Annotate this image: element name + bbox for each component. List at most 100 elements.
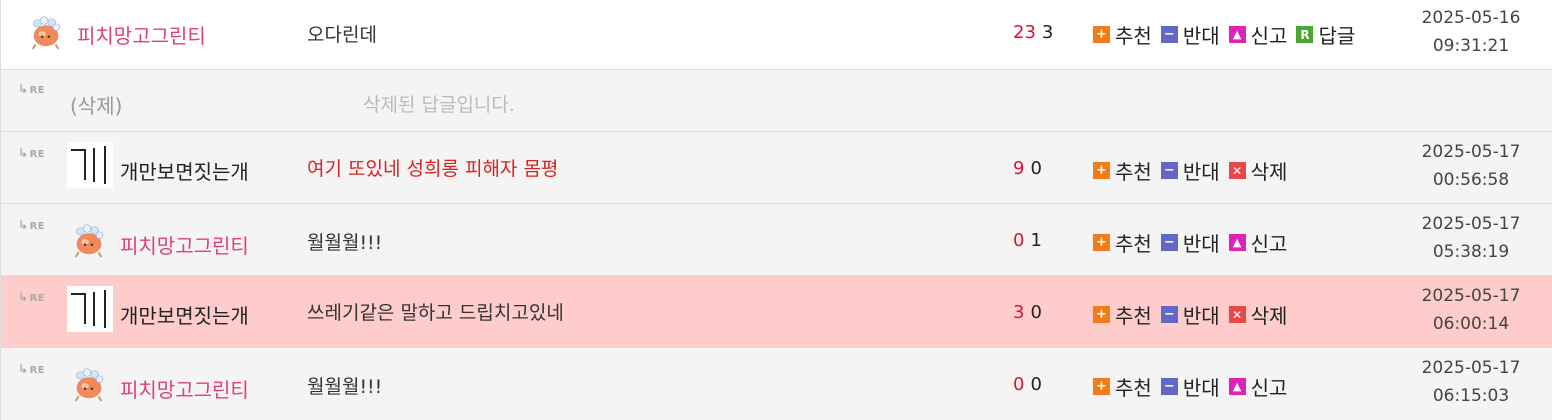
reply-label: 답글 — [1318, 24, 1356, 48]
report-label: 신고 — [1250, 376, 1288, 400]
comment-time: 09:31:21 — [1432, 36, 1510, 56]
comment-content: 월월월!!! — [307, 376, 383, 398]
upvote-count: 9 — [1013, 158, 1025, 179]
downvote-count: 1 — [1030, 230, 1042, 251]
report-label: 신고 — [1250, 232, 1288, 256]
comment-datetime: 2025-05-16 09:31:21 — [1416, 4, 1526, 60]
downvote-button[interactable]: − 반대 — [1160, 156, 1220, 185]
comment-date: 2025-05-17 — [1421, 286, 1521, 306]
plus-icon: + — [1093, 26, 1110, 43]
comment-list: 피치망고그린티 오다린데 23 3 + 추천 − 반대 ▲ 신고 R 답글 2025-05… — [0, 0, 1552, 420]
comment-content: 쓰레기같은 말하고 드립치고있네 — [307, 302, 564, 324]
upvote-label: 추천 — [1115, 304, 1152, 328]
downvote-button[interactable]: − 반대 — [1160, 20, 1220, 49]
downvote-count: 3 — [1041, 22, 1054, 43]
comment-content: 월월월!!! — [307, 232, 383, 254]
downvote-button[interactable]: − 반대 — [1160, 372, 1220, 401]
comment-content: 삭제된 답글입니다. — [363, 94, 515, 116]
comment-author[interactable]: 개만보면짓는개 — [120, 156, 249, 185]
comment-date: 2025-05-17 — [1421, 142, 1521, 162]
reply-indicator-icon: ↳RE — [18, 218, 46, 232]
downvote-label: 반대 — [1182, 304, 1220, 328]
comment-row-highlighted: ↳RE 개만보면짓는개 쓰레기같은 말하고 드립치고있네 30 + 추천 − 반대 … — [1, 276, 1552, 348]
comment-date: 2025-05-17 — [1421, 358, 1521, 378]
siren-icon: ▲ — [1228, 378, 1246, 395]
report-label: 신고 — [1250, 24, 1288, 48]
downvote-button[interactable]: − 반대 — [1160, 228, 1220, 257]
downvote-count: 0 — [1030, 158, 1042, 179]
comment-author[interactable]: 피치망고그린티 — [77, 20, 206, 49]
upvote-count: 23 — [1013, 22, 1036, 43]
delete-button[interactable]: ✕ 삭제 — [1228, 300, 1288, 329]
comment-row: 피치망고그린티 오다린데 23 3 + 추천 − 반대 ▲ 신고 R 답글 2025-05… — [1, 0, 1552, 70]
comment-datetime: 2025-05-17 00:56:58 — [1416, 138, 1526, 194]
comment-datetime: 2025-05-17 06:15:03 — [1416, 354, 1526, 410]
close-icon: ✕ — [1228, 306, 1246, 323]
downvote-label: 반대 — [1182, 232, 1220, 256]
upvote-label: 추천 — [1115, 160, 1152, 184]
report-button[interactable]: ▲ 신고 — [1228, 20, 1288, 49]
comment-date: 2025-05-16 — [1421, 8, 1521, 28]
upvote-button[interactable]: + 추천 — [1093, 300, 1152, 329]
comment-actions: + 추천 − 반대 ✕ 삭제 — [1093, 156, 1296, 185]
plus-icon: + — [1093, 378, 1110, 395]
comment-author: (삭제) — [70, 94, 123, 118]
comment-author[interactable]: 개만보면짓는개 — [120, 300, 249, 329]
upvote-count: 0 — [1013, 374, 1025, 395]
comment-row: ↳RE 피치망고그린티 월월월!!! 01 + 추천 − 반대 ▲ 신고 2025-0… — [1, 204, 1552, 276]
upvote-button[interactable]: + 추천 — [1093, 372, 1152, 401]
delete-label: 삭제 — [1250, 304, 1288, 328]
gae-avatar[interactable] — [67, 286, 113, 332]
peach-avatar[interactable] — [27, 12, 65, 50]
comment-content: 오다린데 — [307, 24, 377, 46]
minus-icon: − — [1160, 26, 1178, 43]
vote-counts: 23 3 — [1013, 22, 1053, 43]
comment-datetime: 2025-05-17 05:38:19 — [1416, 210, 1526, 266]
comment-row: ↳RE (삭제) 삭제된 답글입니다. — [1, 70, 1552, 132]
vote-counts: 01 — [1013, 230, 1042, 251]
comment-time: 00:56:58 — [1432, 170, 1510, 190]
report-button[interactable]: ▲ 신고 — [1228, 228, 1288, 257]
siren-icon: ▲ — [1228, 234, 1246, 251]
comment-content: 여기 또있네 성희롱 피해자 몸평 — [307, 158, 559, 180]
reply-indicator-icon: ↳RE — [18, 362, 46, 376]
gae-avatar[interactable] — [67, 142, 113, 188]
reply-indicator-icon: ↳RE — [18, 290, 46, 304]
downvote-count: 0 — [1030, 374, 1042, 395]
upvote-button[interactable]: + 추천 — [1093, 156, 1152, 185]
comment-time: 05:38:19 — [1432, 242, 1510, 262]
comment-row: ↳RE 피치망고그린티 월월월!!! 00 + 추천 − 반대 ▲ 신고 2025-0… — [1, 348, 1552, 420]
plus-icon: + — [1093, 162, 1110, 179]
downvote-button[interactable]: − 반대 — [1160, 300, 1220, 329]
minus-icon: − — [1160, 306, 1178, 323]
minus-icon: − — [1160, 378, 1178, 395]
plus-icon: + — [1093, 234, 1110, 251]
siren-icon: ▲ — [1228, 26, 1246, 43]
peach-avatar[interactable] — [70, 364, 108, 402]
upvote-button[interactable]: + 추천 — [1093, 20, 1152, 49]
vote-counts: 30 — [1013, 302, 1042, 323]
report-button[interactable]: ▲ 신고 — [1228, 372, 1288, 401]
comment-datetime: 2025-05-17 06:00:14 — [1416, 282, 1526, 338]
comment-author[interactable]: 피치망고그린티 — [120, 230, 249, 259]
minus-icon: − — [1160, 234, 1178, 251]
comment-author[interactable]: 피치망고그린티 — [120, 374, 249, 403]
upvote-count: 0 — [1013, 230, 1025, 251]
downvote-label: 반대 — [1182, 376, 1220, 400]
downvote-label: 반대 — [1182, 160, 1220, 184]
upvote-label: 추천 — [1115, 376, 1152, 400]
reply-button[interactable]: R 답글 — [1296, 20, 1355, 49]
peach-avatar[interactable] — [70, 220, 108, 258]
delete-label: 삭제 — [1250, 160, 1288, 184]
vote-counts: 00 — [1013, 374, 1042, 395]
comment-actions: + 추천 − 반대 ▲ 신고 R 답글 — [1093, 20, 1364, 49]
downvote-label: 반대 — [1182, 24, 1220, 48]
upvote-label: 추천 — [1115, 232, 1152, 256]
minus-icon: − — [1160, 162, 1178, 179]
comment-date: 2025-05-17 — [1421, 214, 1521, 234]
reply-indicator-icon: ↳RE — [18, 146, 46, 160]
delete-button[interactable]: ✕ 삭제 — [1228, 156, 1288, 185]
upvote-label: 추천 — [1115, 24, 1152, 48]
comment-actions: + 추천 − 반대 ▲ 신고 — [1093, 372, 1296, 401]
upvote-button[interactable]: + 추천 — [1093, 228, 1152, 257]
